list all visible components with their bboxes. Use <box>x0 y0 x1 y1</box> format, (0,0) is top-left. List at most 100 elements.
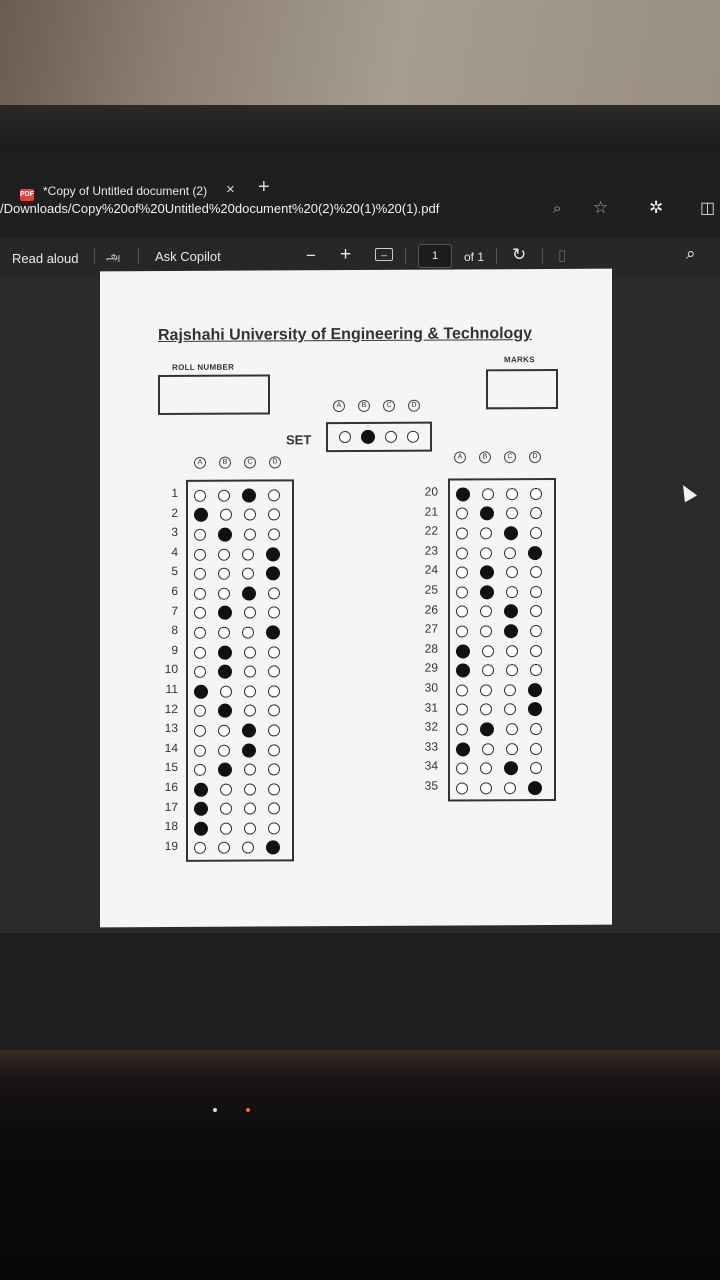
answer-bubble-c <box>244 763 256 776</box>
answer-bubble-c <box>504 526 518 541</box>
pdf-page: Rajshahi University of Engineering & Tec… <box>100 268 612 928</box>
answer-bubble-b <box>218 744 230 757</box>
answer-bubble-b <box>480 506 494 521</box>
translate-button[interactable]: அ <box>106 249 120 266</box>
answer-bubble-a <box>194 528 206 541</box>
answer-bubble-c <box>506 644 518 657</box>
extensions-icon[interactable]: ✲ <box>649 198 663 218</box>
background-wall <box>0 0 720 115</box>
rotate-icon[interactable]: ↻ <box>512 245 526 265</box>
answer-bubble-b <box>482 644 494 657</box>
answer-bubble-b <box>218 626 230 639</box>
answer-bubble-b <box>218 606 232 621</box>
question-number: 30 <box>424 680 438 695</box>
answer-bubble-a <box>194 665 206 678</box>
answer-row <box>456 562 548 582</box>
answer-bubble-b <box>220 822 232 835</box>
answer-bubble-d <box>266 566 280 581</box>
split-screen-icon[interactable]: ◫ <box>700 198 715 218</box>
answer-bubble-d <box>268 822 280 835</box>
answer-bubble-a <box>456 546 468 560</box>
answer-bubble-c <box>244 528 256 541</box>
answer-bubble-d <box>530 527 542 540</box>
answer-bubble-c <box>506 664 518 677</box>
page-number-input[interactable]: 1 <box>418 244 452 268</box>
question-number: 25 <box>424 582 438 597</box>
fit-to-page-icon[interactable]: ↔ <box>375 248 393 261</box>
answer-bubble-d <box>530 644 542 657</box>
answer-bubble-c <box>506 585 518 598</box>
ask-copilot-button[interactable]: Ask Copilot <box>155 249 221 264</box>
answer-bubble-a <box>456 507 468 520</box>
answer-row <box>194 681 286 701</box>
toolbar-divider <box>138 248 139 264</box>
answer-bubble-c <box>242 723 256 738</box>
answer-bubble-b <box>218 664 232 679</box>
answer-bubble-b <box>482 742 494 755</box>
answer-bubble-a <box>194 626 206 639</box>
zoom-in-button[interactable]: + <box>340 244 351 266</box>
answer-bubble-d <box>530 624 542 638</box>
answer-bubble-b <box>218 645 232 660</box>
answer-bubble-a <box>456 643 470 659</box>
url-text[interactable]: /Downloads/Copy%20of%20Untitled%20docume… <box>0 200 439 218</box>
address-bar[interactable]: /Downloads/Copy%20of%20Untitled%20docume… <box>0 198 720 230</box>
answer-bubble-d <box>268 606 280 619</box>
tab-close-button[interactable]: × <box>226 181 235 198</box>
answer-row <box>194 642 286 662</box>
right-answer-column <box>448 477 556 802</box>
answer-bubble-d <box>266 840 280 855</box>
answer-bubble-c <box>242 626 254 639</box>
answer-bubble-d <box>528 702 542 717</box>
answer-bubble-c <box>504 624 518 639</box>
marks-box <box>486 368 558 410</box>
answer-bubble-a <box>194 587 206 600</box>
answer-bubble-d <box>530 566 542 579</box>
question-number: 22 <box>424 523 438 538</box>
option-letter-c: C <box>383 399 395 412</box>
answer-row <box>194 505 286 525</box>
answer-bubble-b <box>482 664 494 677</box>
answer-bubble-b <box>218 567 230 580</box>
answer-bubble-d <box>268 665 280 678</box>
answer-row <box>456 523 548 543</box>
answer-bubble-d <box>268 783 280 796</box>
answer-bubble-a <box>194 607 206 620</box>
set-bubble-b <box>361 429 375 444</box>
tab-title[interactable]: *Copy of Untitled document (2) <box>43 184 207 198</box>
answer-row <box>194 779 286 799</box>
read-aloud-button[interactable]: Read aloud <box>12 251 79 266</box>
answer-bubble-b <box>220 783 232 796</box>
favorite-star-icon[interactable]: ☆ <box>593 198 608 218</box>
question-number: 16 <box>164 779 178 794</box>
roll-number-box <box>158 374 270 416</box>
answer-bubble-a <box>456 586 468 599</box>
answer-bubble-a <box>456 741 470 756</box>
zoom-icon[interactable]: ⌕ <box>553 200 561 217</box>
question-number: 9 <box>171 642 178 657</box>
search-icon[interactable]: ⌕ <box>686 244 696 264</box>
two-page-view-icon[interactable]: ▯ <box>558 246 566 264</box>
answer-bubble-d <box>530 605 542 618</box>
question-number: 23 <box>424 543 438 558</box>
answer-bubble-d <box>528 780 542 795</box>
set-bubble-d <box>407 430 419 443</box>
set-bubble-c <box>385 430 397 443</box>
zoom-out-button[interactable]: − <box>306 246 316 266</box>
question-number: 5 <box>171 564 178 579</box>
new-tab-button[interactable]: + <box>258 176 270 199</box>
answer-row <box>456 758 548 778</box>
answer-bubble-c <box>506 742 518 755</box>
answer-bubble-a <box>456 762 468 775</box>
question-number: 13 <box>164 721 178 736</box>
question-number: 11 <box>165 681 178 696</box>
answer-bubble-b <box>218 703 232 719</box>
answer-row <box>194 818 286 838</box>
question-number: 7 <box>171 603 178 618</box>
answer-bubble-c <box>242 488 256 503</box>
question-number: 2 <box>171 505 178 520</box>
question-number: 12 <box>164 701 178 716</box>
answer-bubble-c <box>242 586 256 601</box>
answer-row <box>194 740 286 760</box>
answer-bubble-d <box>268 508 280 521</box>
